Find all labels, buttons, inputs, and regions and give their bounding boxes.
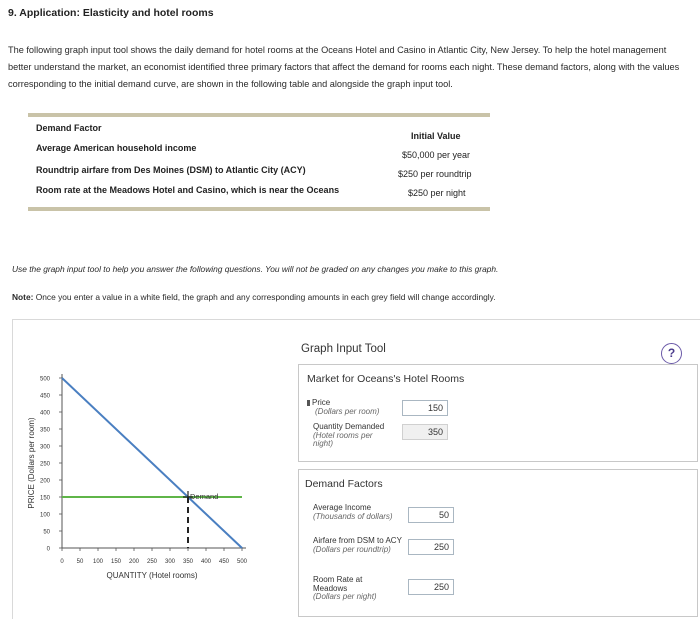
- airfare-field-label: Airfare from DSM to ACY (Dollars per rou…: [313, 536, 402, 554]
- note-body: Once you enter a value in a white field,…: [33, 292, 496, 302]
- table-bottom-rule: [28, 207, 490, 211]
- airfare-input[interactable]: 250: [408, 539, 454, 555]
- price-input[interactable]: 150: [402, 400, 448, 416]
- table-row-factor: Roundtrip airfare from Des Moines (DSM) …: [36, 165, 306, 175]
- help-button[interactable]: ?: [661, 343, 682, 364]
- income-field-label: Average Income (Thousands of dollars): [313, 503, 393, 521]
- table-row-value: $250 per roundtrip: [398, 169, 472, 179]
- demand-factors-title: Demand Factors: [305, 478, 383, 490]
- table-header-value: Initial Value: [411, 131, 461, 141]
- table-row-factor: Average American household income: [36, 143, 197, 153]
- quantity-output: 350: [402, 424, 448, 440]
- demand-factor-table: Demand Factor Initial Value Average Amer…: [28, 113, 490, 211]
- price-legend-marker: [307, 399, 310, 406]
- table-header-factor: Demand Factor: [36, 123, 102, 133]
- table-row-value: $50,000 per year: [402, 150, 471, 160]
- table-row-value: $250 per night: [408, 188, 466, 198]
- roomrate-input[interactable]: 250: [408, 579, 454, 595]
- market-title: Market for Oceans's Hotel Rooms: [307, 373, 465, 385]
- graph-tool-title: Graph Input Tool: [301, 343, 386, 355]
- table-top-rule: [28, 113, 490, 117]
- roomrate-field-label: Room Rate at Meadows (Dollars per night): [313, 575, 377, 601]
- page-title: 9. Application: Elasticity and hotel roo…: [8, 7, 214, 19]
- quantity-field-label: Quantity Demanded (Hotel rooms per night…: [313, 422, 385, 448]
- income-input[interactable]: 50: [408, 507, 454, 523]
- table-row-factor: Room rate at the Meadows Hotel and Casin…: [36, 185, 340, 195]
- note-label: Note:: [12, 292, 34, 302]
- intro-paragraph: The following graph input tool shows the…: [8, 45, 680, 89]
- instructions-text: Use the graph input tool to help you ans…: [12, 264, 499, 274]
- price-field-label: Price (Dollars per room): [307, 398, 397, 416]
- note-text: Note: Once you enter a value in a white …: [12, 292, 496, 302]
